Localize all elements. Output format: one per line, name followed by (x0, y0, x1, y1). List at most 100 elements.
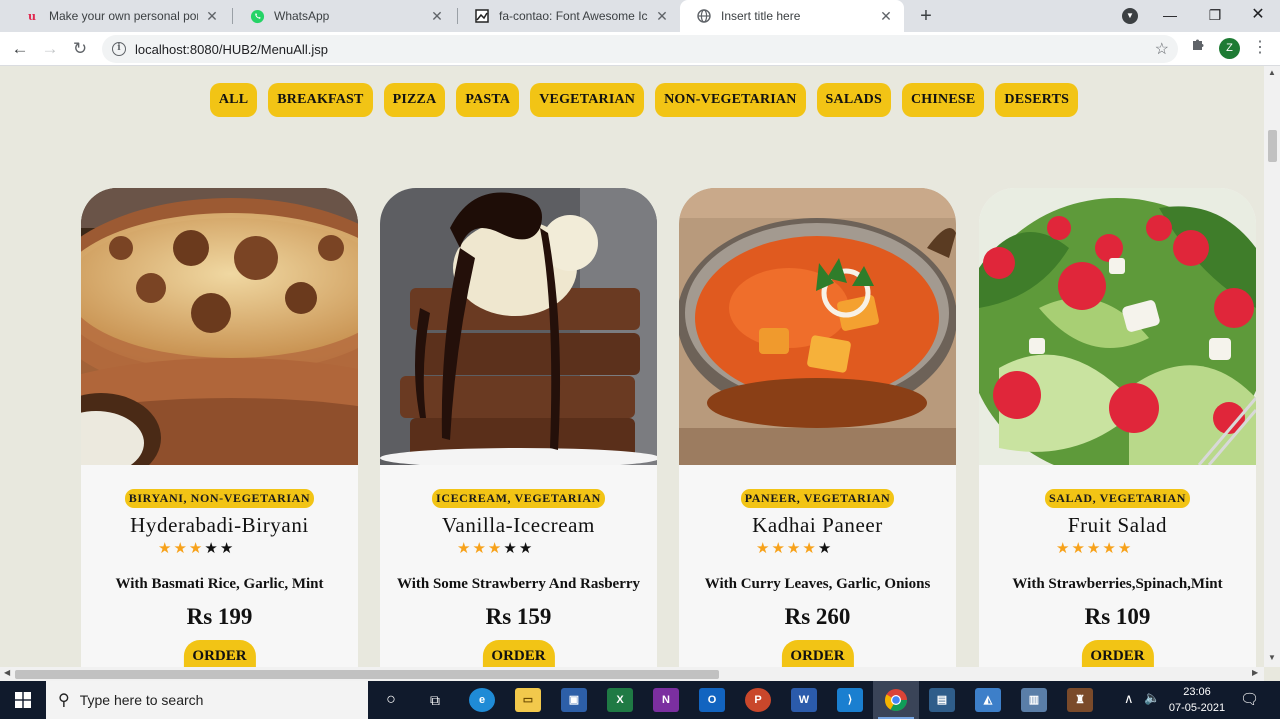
star-rating: ★★★★★ (756, 539, 833, 557)
filter-deserts-button[interactable]: DESERTS (995, 83, 1079, 117)
tag-badge: PANEER, VEGETARIAN (740, 489, 895, 508)
clock-time: 23:06 (1183, 686, 1211, 698)
food-price: Rs 159 (485, 604, 552, 629)
volume-icon[interactable]: 🔈 (1144, 690, 1160, 706)
scroll-down-arrow-icon[interactable]: ▼ (1264, 653, 1280, 662)
close-tab-icon[interactable]: ✕ (429, 8, 445, 25)
forward-icon[interactable]: → (38, 37, 62, 61)
windows-taskbar: ⚲ Type here to search ○ ⧉ e ▭ ▣ X N O P … (0, 681, 1280, 719)
browser-menu-icon[interactable]: ⋮ (1252, 37, 1268, 57)
game-app-icon[interactable]: ♜ (1067, 688, 1093, 712)
taskbar-search-input[interactable]: ⚲ Type here to search (46, 681, 368, 719)
food-price: Rs 260 (784, 604, 851, 629)
tab-search-icon[interactable]: ▼ (1122, 8, 1138, 24)
order-button[interactable]: ORDER (482, 640, 555, 667)
notifications-icon[interactable]: 🗨 (1240, 690, 1259, 708)
food-description: With Some Strawberry And Rasberry (396, 576, 641, 592)
onenote-icon[interactable]: N (653, 688, 679, 712)
star-empty-icon: ★ (817, 540, 834, 557)
unacademy-icon: u (28, 9, 36, 23)
taskbar-clock[interactable]: 23:06 07-05-2021 (1168, 684, 1226, 716)
browser-tab-portfolio[interactable]: u Make your own personal portfoli ✕ (8, 0, 230, 32)
show-hidden-icons-chevron-icon[interactable]: ∧ (1124, 691, 1134, 707)
star-filled-icon: ★ (756, 540, 772, 557)
close-tab-icon[interactable]: ✕ (654, 8, 670, 25)
star-filled-icon: ★ (1117, 540, 1134, 557)
close-tab-icon[interactable]: ✕ (204, 8, 220, 25)
star-filled-icon: ★ (1071, 540, 1087, 557)
minimize-icon[interactable]: — (1148, 0, 1192, 32)
bookmark-star-icon[interactable]: ☆ (1155, 39, 1169, 59)
vertical-scrollbar[interactable]: ▲ ▼ (1264, 66, 1280, 667)
order-button[interactable]: ORDER (183, 640, 256, 667)
food-price: Rs 199 (186, 604, 253, 629)
star-empty-icon: ★ (219, 540, 236, 557)
filter-breakfast-button[interactable]: BREAKFAST (268, 83, 373, 117)
page-viewport: ALL BREAKFAST PIZZA PASTA VEGETARIAN NON… (0, 66, 1264, 667)
windows-start-icon[interactable] (0, 681, 46, 719)
menu-card-body: BIRYANI, NON-VEGETARIAN Hyderabadi-Birya… (81, 465, 358, 667)
filter-vegetarian-button[interactable]: VEGETARIAN (530, 83, 645, 117)
tab-title: WhatsApp (274, 9, 330, 23)
brownie-icecream-photo (380, 188, 657, 465)
filter-salads-button[interactable]: SALADS (816, 83, 891, 117)
maximize-icon[interactable]: ❐ (1193, 0, 1237, 32)
notes-app-icon[interactable]: ▥ (1021, 688, 1047, 712)
clock-date: 07-05-2021 (1168, 702, 1226, 714)
star-filled-icon: ★ (771, 540, 787, 557)
filter-non-vegetarian-button[interactable]: NON-VEGETARIAN (655, 83, 806, 117)
horizontal-scroll-thumb[interactable] (15, 670, 719, 679)
site-info-icon[interactable]: i (112, 42, 126, 56)
star-filled-icon: ★ (802, 540, 818, 557)
star-empty-icon: ★ (503, 540, 519, 557)
scroll-up-arrow-icon[interactable]: ▲ (1264, 68, 1280, 77)
powerpoint-icon[interactable]: P (745, 688, 771, 712)
order-button[interactable]: ORDER (781, 640, 854, 667)
star-filled-icon: ★ (158, 540, 174, 557)
filter-all-button[interactable]: ALL (209, 83, 258, 117)
browser-tab-active[interactable]: Insert title here ✕ (680, 0, 904, 32)
filter-chinese-button[interactable]: CHINESE (901, 83, 985, 117)
app-icon-1[interactable]: ▤ (929, 688, 955, 712)
vertical-scroll-thumb[interactable] (1268, 130, 1277, 162)
cortana-icon[interactable]: ○ (378, 688, 404, 712)
scroll-left-arrow-icon[interactable]: ◀ (4, 668, 10, 677)
filter-pizza-button[interactable]: PIZZA (383, 83, 446, 117)
star-filled-icon: ★ (786, 540, 803, 557)
star-filled-icon: ★ (173, 540, 189, 557)
close-tab-icon[interactable]: ✕ (878, 8, 894, 25)
filter-pasta-button[interactable]: PASTA (456, 83, 520, 117)
excel-icon[interactable]: X (607, 688, 633, 712)
photos-icon[interactable]: ◭ (975, 688, 1001, 712)
browser-tab-font-awesome[interactable]: fa-contao: Font Awesome Icons ✕ (458, 0, 680, 32)
food-tags: PANEER, VEGETARIAN (679, 489, 956, 508)
address-bar[interactable]: i localhost:8080/HUB2/MenuAll.jsp ☆ (102, 35, 1178, 63)
new-tab-button[interactable]: + (914, 4, 938, 28)
profile-avatar[interactable]: Z (1219, 38, 1240, 59)
chrome-icon[interactable] (883, 688, 909, 712)
scroll-right-arrow-icon[interactable]: ▶ (1252, 668, 1258, 677)
food-description: With Basmati Rice, Garlic, Mint (115, 576, 324, 592)
window-close-icon[interactable]: ✕ (1236, 0, 1280, 32)
star-filled-icon: ★ (487, 540, 504, 557)
order-button[interactable]: ORDER (1081, 640, 1154, 667)
reload-icon[interactable]: ↻ (68, 37, 92, 61)
fruit-salad-photo (979, 188, 1256, 465)
microsoft-store-icon[interactable]: ▣ (561, 688, 587, 712)
extensions-puzzle-icon[interactable] (1190, 37, 1206, 57)
horizontal-scrollbar[interactable]: ◀ ▶ (0, 667, 1264, 681)
food-price: Rs 109 (1084, 604, 1151, 629)
tab-title: Make your own personal portfoli (49, 9, 198, 23)
task-view-icon[interactable]: ⧉ (422, 688, 448, 712)
word-icon[interactable]: W (791, 688, 817, 712)
category-filter-bar: ALL BREAKFAST PIZZA PASTA VEGETARIAN NON… (0, 83, 1264, 117)
vscode-icon[interactable]: ⟩ (837, 688, 863, 712)
food-tags: BIRYANI, NON-VEGETARIAN (81, 489, 358, 508)
file-explorer-icon[interactable]: ▭ (515, 688, 541, 712)
browser-tab-whatsapp[interactable]: WhatsApp ✕ (233, 0, 455, 32)
tag-badge: ICECREAM, VEGETARIAN (432, 489, 605, 508)
outlook-icon[interactable]: O (699, 688, 725, 712)
back-icon[interactable]: ← (8, 37, 32, 61)
edge-icon[interactable]: e (469, 688, 495, 712)
menu-card: BIRYANI, NON-VEGETARIAN Hyderabadi-Birya… (81, 188, 358, 667)
